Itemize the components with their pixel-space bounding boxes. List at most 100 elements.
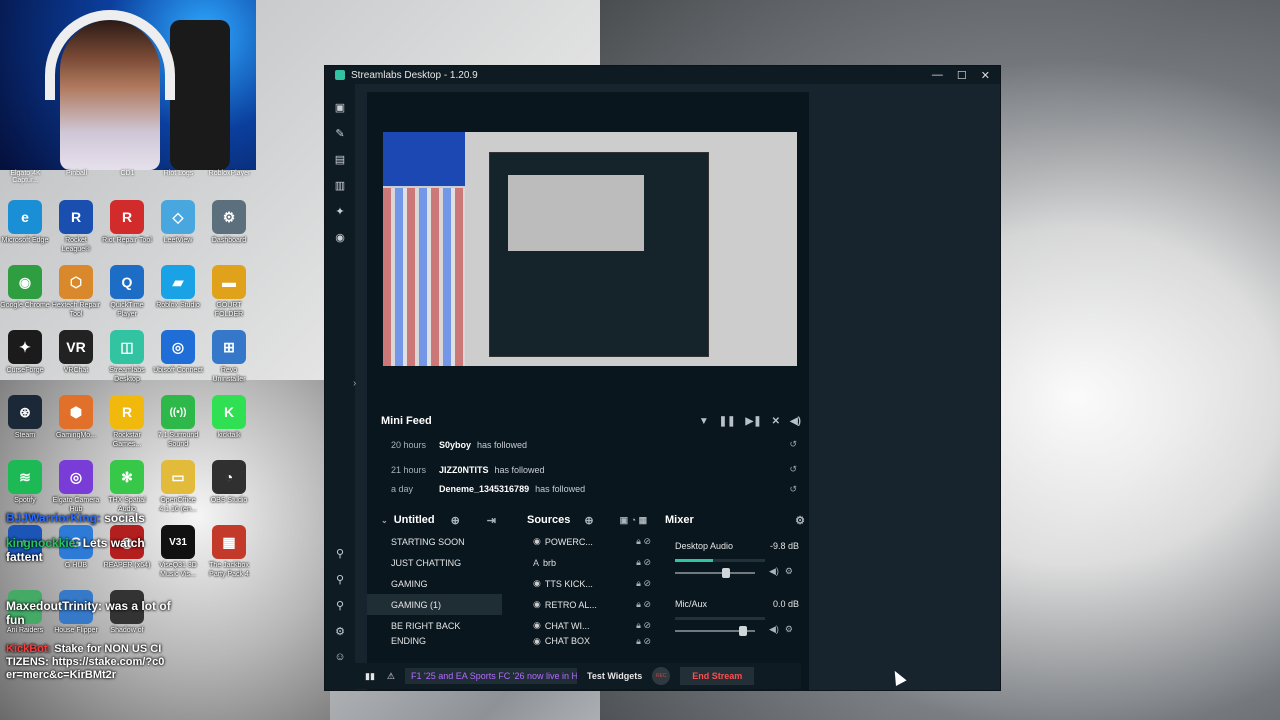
mute-alerts-icon[interactable]: ✕ [772,416,780,427]
skip-icon[interactable]: ▶❚ [746,416,762,427]
desktop-icon[interactable]: ((•)) 7.1 Surround Sound [153,395,203,449]
mute-icon[interactable]: ◀) [769,624,779,635]
desktop-icon[interactable]: ◔ OBS Studio [204,460,254,505]
link3-icon[interactable]: ⚲ [325,592,355,618]
desktop-icon[interactable]: ▰ Roblox Studio [153,265,203,310]
replay-icon[interactable]: ↺ [789,464,797,475]
desktop-icon-label: 7.1 Surround Sound [157,432,199,448]
preview-nested-window [489,152,709,357]
app-icon: R [110,200,144,234]
close-button[interactable]: ✕ [981,69,990,82]
mixer-channels: Desktop Audio -9.8 dB ◀) ⚙ Mic/Aux 0.0 dB ◀) ⚙ [665,541,809,636]
highlighter-icon[interactable]: ✦ [325,198,355,224]
desktop-icon[interactable]: ⬢ GamingMo... [51,395,101,440]
chat-line: kingnockkie: Lets watch fattent [6,536,166,564]
volume-knob[interactable] [722,567,731,578]
add-scene-icon[interactable]: ⊕ [451,514,460,527]
minimize-button[interactable]: — [932,69,943,82]
scene-item[interactable]: GAMING (1) [367,594,502,615]
source-folder-icon[interactable]: ▣ ◔ ▦ [620,515,647,526]
editor-icon[interactable]: ▣ [325,94,355,120]
store-icon[interactable]: ▤ [325,146,355,172]
volume-row: ◀) ⚙ [675,620,799,636]
stream-preview[interactable] [383,132,797,366]
volume-knob[interactable] [739,625,747,636]
mixer-settings-icon[interactable]: ⚙ [795,514,805,527]
scene-item[interactable]: JUST CHATTING [367,552,502,573]
desktop-icon[interactable]: R Rockstar Games... [102,395,152,449]
desktop-icon[interactable]: ✻ THX Spatial Audio [102,460,152,514]
themes-icon[interactable]: ✎ [325,120,355,146]
desktop-icon-label: House Flipper [54,627,98,634]
news-ticker[interactable]: F1 '25 and EA Sports FC '26 now live in … [404,668,577,684]
test-widgets-button[interactable]: Test Widgets [587,671,642,681]
desktop-icon[interactable]: e Microsoft Edge [0,200,50,245]
source-item[interactable]: ◉ CHAT WI... 🔒︎ ⊘ [507,615,657,636]
scene-item[interactable]: GAMING [367,573,502,594]
source-item[interactable]: ◉ TTS KICK... 🔒︎ ⊘ [507,573,657,594]
channel-db: -9.8 dB [769,541,799,551]
right-panel [810,84,1000,690]
scene-transition-icon[interactable]: ⇥ [487,514,496,527]
source-item[interactable]: ◉ POWERC... 🔒︎ ⊘ [507,531,657,552]
desktop-icon[interactable]: ▭ OpenOffice 4.1.16 (en... [153,460,203,514]
record-icon[interactable]: ◉ [325,224,355,250]
replay-icon[interactable]: ↺ [789,439,797,450]
lock-visibility-icon[interactable]: 🔒︎ ⊘ [636,599,651,610]
filter-icon[interactable]: ▼ [699,416,709,427]
desktop-icon[interactable]: ✦ CurseForge [0,330,50,375]
alert-icon[interactable]: ⚠ [387,671,395,682]
settings-icon[interactable]: ⚙ [325,618,355,644]
stats-icon[interactable]: ▮▮ [365,671,375,682]
desktop-icon[interactable]: ⊞ Revo Uninstaller [204,330,254,384]
desktop-icon[interactable]: ◫ Streamlabs Desktop [102,330,152,384]
top-icon-labels: Elgato 4K Captur... Pinball CD1 Riot Log… [0,170,256,184]
lock-visibility-icon[interactable]: 🔒︎ ⊘ [636,636,651,646]
mixer-channel: Desktop Audio -9.8 dB ◀) ⚙ [665,541,809,578]
scene-item[interactable]: ENDING [367,636,502,646]
desktop-icon[interactable]: VR VRChat [51,330,101,375]
chevron-right-icon[interactable]: › [353,378,356,389]
desktop-icon[interactable]: ≋ Spotify [0,460,50,505]
volume-slider[interactable] [675,567,755,578]
maximize-button[interactable]: ☐ [957,69,967,82]
scene-item[interactable]: STARTING SOON [367,531,502,552]
link2-icon[interactable]: ⚲ [325,566,355,592]
replay-icon[interactable]: ↺ [789,484,797,495]
lock-visibility-icon[interactable]: 🔒︎ ⊘ [636,557,651,568]
lock-visibility-icon[interactable]: 🔒︎ ⊘ [636,578,651,589]
lock-visibility-icon[interactable]: 🔒︎ ⊘ [636,620,651,631]
record-button[interactable]: REC [652,667,671,685]
desktop-icon[interactable]: R Rocket League® [51,200,101,254]
desktop-icon[interactable]: ▬ GOURT FOLDER [204,265,254,319]
channel-settings-icon[interactable]: ⚙ [785,566,793,577]
desktop-icon[interactable]: ◎ Elgato Camera Hub [51,460,101,514]
desktop-icon[interactable]: ⊛ Steam [0,395,50,440]
desktop-icon[interactable]: ⚙ Dashboard [204,200,254,245]
desktop-icon[interactable]: ◉ Google Chrome [0,265,50,310]
layout-icon[interactable]: ▥ [325,172,355,198]
desktop-icon[interactable]: ▦ The Jackbox Party Pack 4 [204,525,254,579]
lock-visibility-icon[interactable]: 🔒︎ ⊘ [636,536,651,547]
collapse-chevron-icon[interactable]: ⌄ [381,516,388,525]
desktop-icon[interactable]: ◇ LeetView [153,200,203,245]
source-item[interactable]: ◉ RETRO AL... 🔒︎ ⊘ [507,594,657,615]
source-item[interactable]: ◉ CHAT BOX 🔒︎ ⊘ [507,636,657,646]
profile-icon[interactable]: ☺ [325,644,355,670]
desktop-icon[interactable]: ◎ Ubisoft Connect [153,330,203,375]
link-icon[interactable]: ⚲ [325,540,355,566]
desktop-icon[interactable]: R Riot Repair Tool [102,200,152,245]
scene-collection-title[interactable]: Untitled [394,514,435,526]
desktop-icon[interactable]: ⬡ Hextech Repair Tool [51,265,101,319]
mute-icon[interactable]: ◀) [769,566,779,577]
channel-settings-icon[interactable]: ⚙ [785,624,793,635]
desktop-icon[interactable]: Kkicktalk [204,395,254,440]
desktop-icon[interactable]: Q QuickTime Player [102,265,152,319]
add-source-icon[interactable]: ⊕ [584,514,593,527]
volume-slider[interactable] [675,625,755,636]
pause-icon[interactable]: ❚❚ [719,416,736,427]
end-stream-button[interactable]: End Stream [680,667,755,685]
scene-item[interactable]: BE RIGHT BACK [367,615,502,636]
source-item[interactable]: Abrb 🔒︎ ⊘ [507,552,657,573]
volume-icon[interactable]: ◀) [790,416,801,427]
